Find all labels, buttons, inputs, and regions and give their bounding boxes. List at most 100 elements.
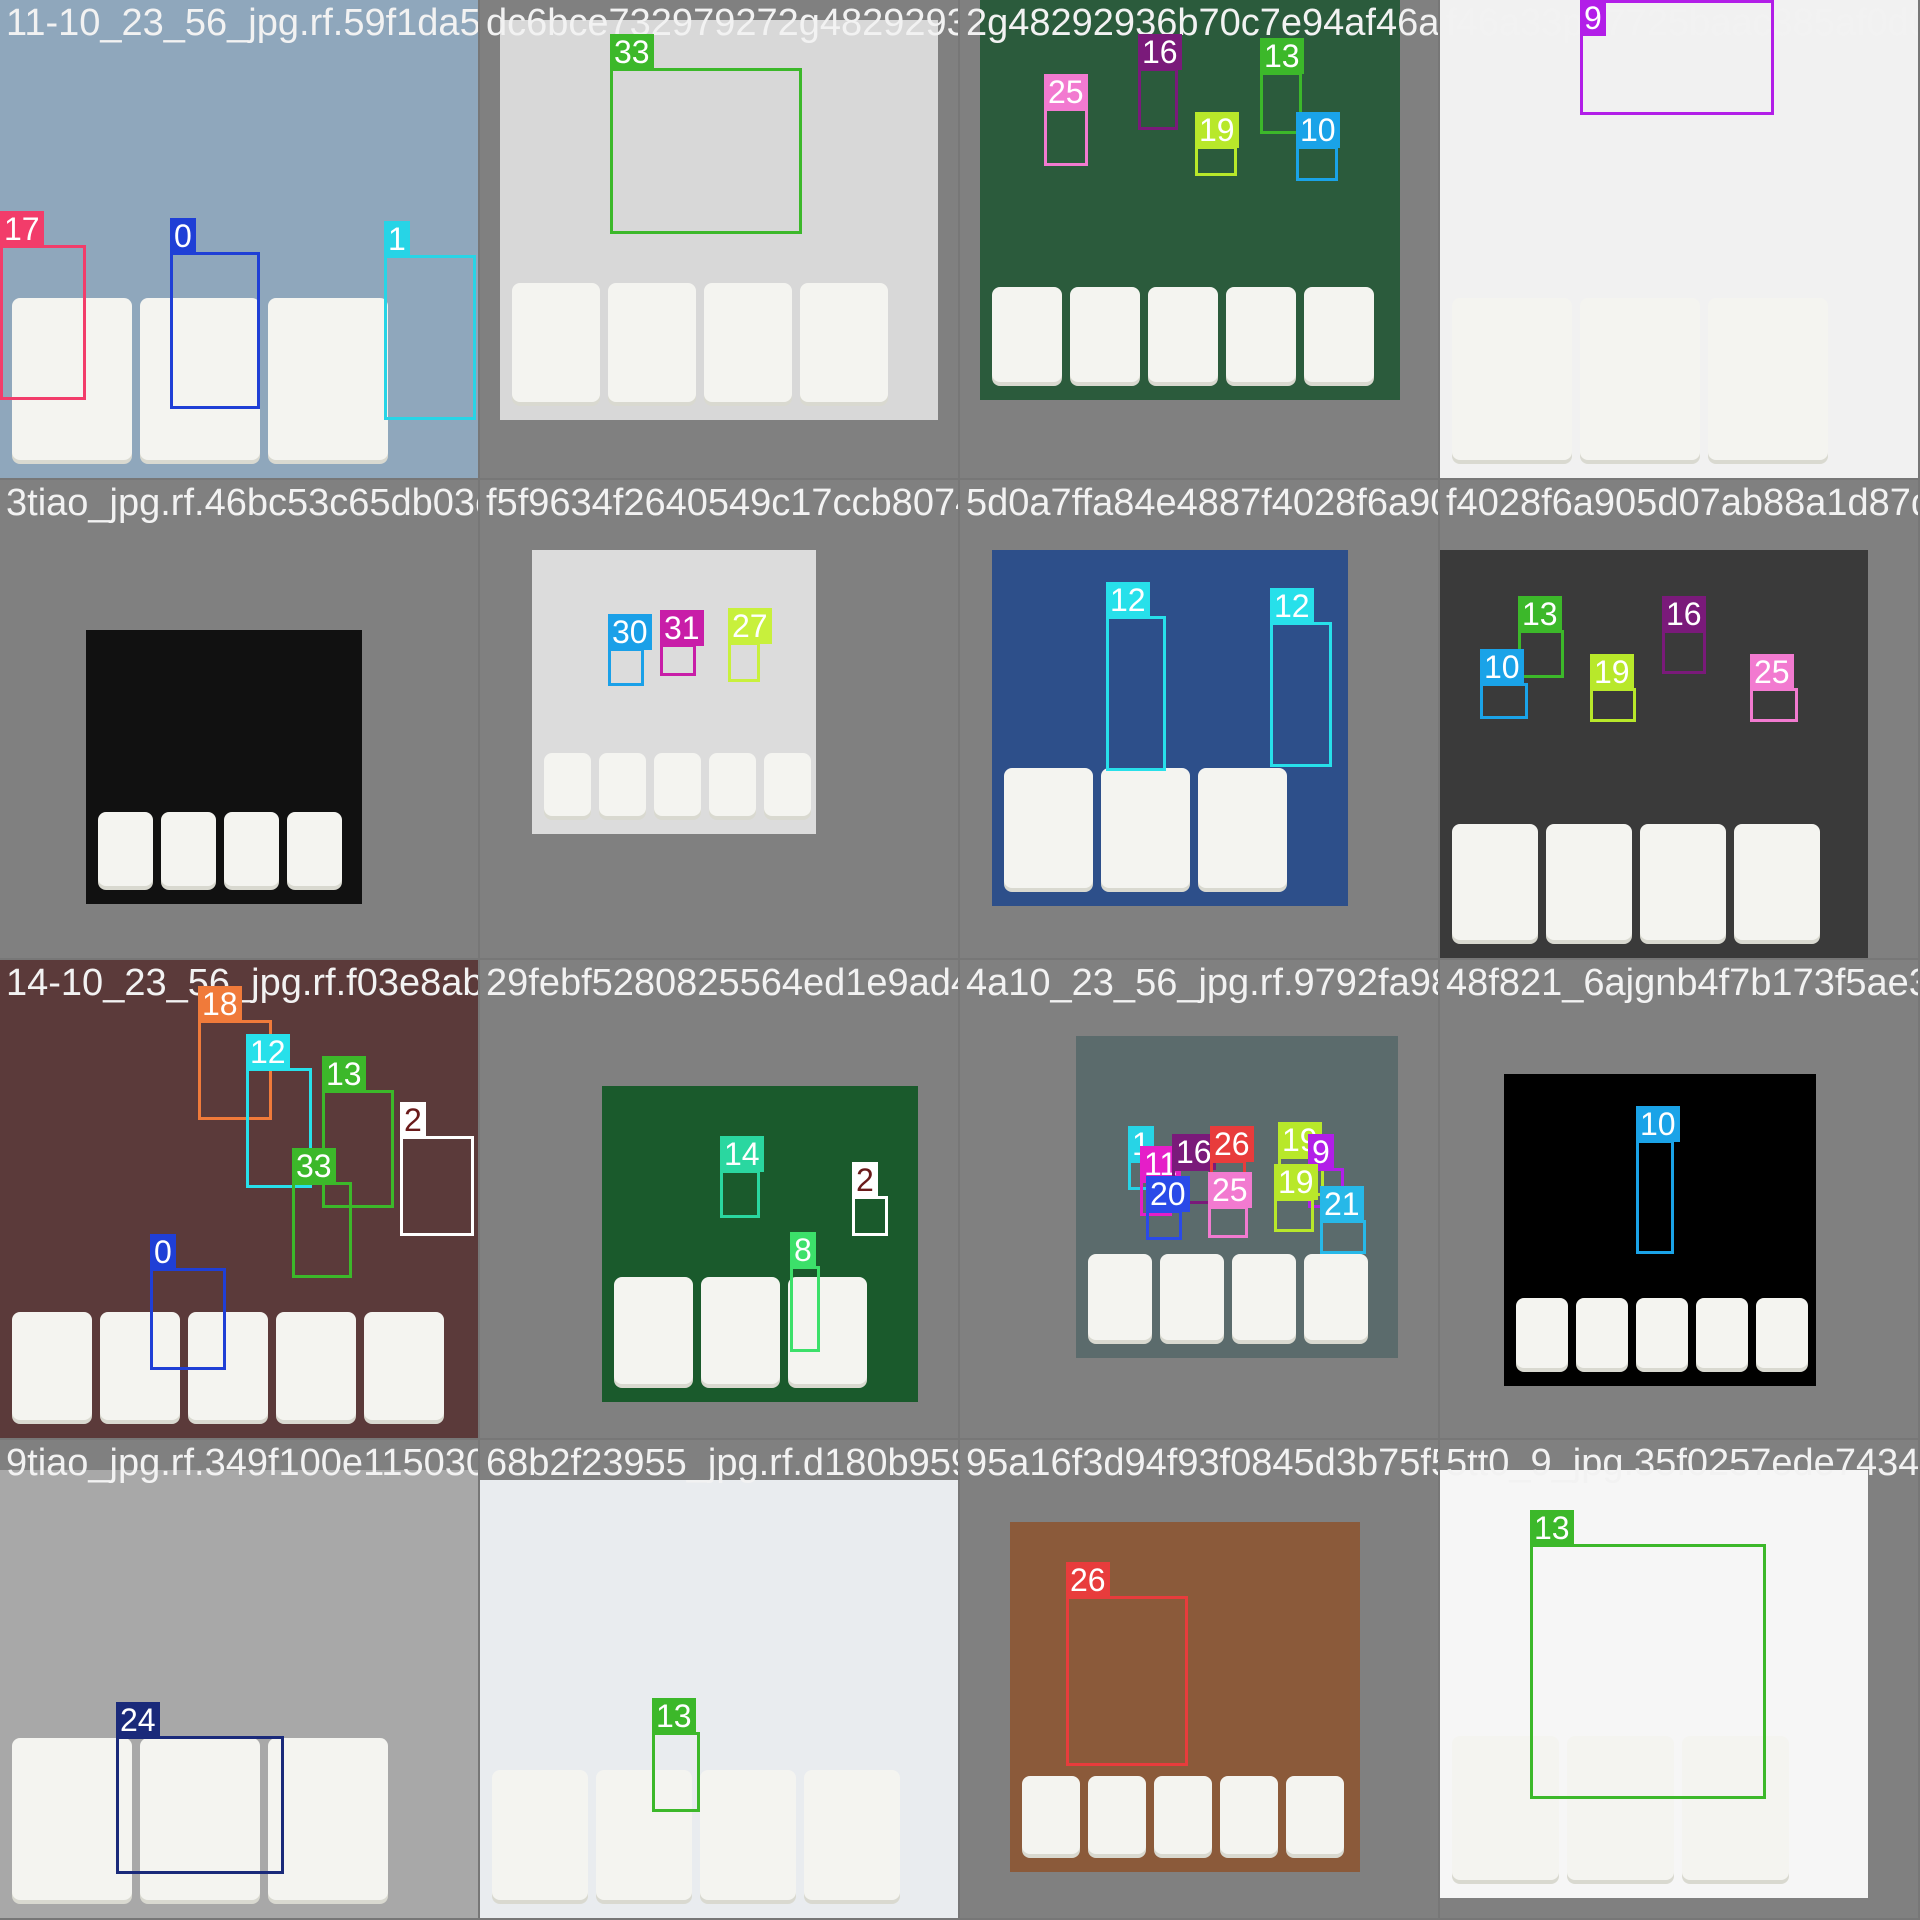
mahjong-tile-shape [1452, 824, 1538, 940]
detection-box [720, 1170, 760, 1218]
mahjong-tile-shape [98, 812, 153, 886]
detection-class-label: 10 [1480, 649, 1524, 685]
detection-class-label: 19 [1195, 112, 1239, 148]
detection-class-label: 33 [292, 1148, 336, 1184]
mahjong-tile-shape [800, 283, 888, 402]
detection-class-label: 13 [1530, 1510, 1574, 1546]
mahjong-tile-shape [654, 753, 701, 816]
tile-filename-caption: 14-10_23_56_jpg.rf.f03e8ab29ffe [6, 962, 478, 1004]
detection-class-label: 24 [116, 1702, 160, 1738]
detection-class-label: 26 [1066, 1562, 1110, 1598]
mosaic-tile: f46a33pe7725baac385af0d0 9 [1440, 0, 1918, 478]
detection-box [1750, 688, 1798, 722]
detection-box [608, 648, 644, 686]
detection-class-label: 14 [720, 1136, 764, 1172]
mahjong-tile-shape [704, 283, 792, 402]
mahjong-tile-shape [1226, 287, 1296, 382]
detection-box [610, 68, 802, 234]
mahjong-tile-shape [700, 1770, 796, 1900]
detection-box [170, 252, 260, 409]
mahjong-tile-shape [492, 1770, 588, 1900]
detection-box [1044, 108, 1088, 166]
mahjong-tile-shape [1232, 1254, 1296, 1340]
detection-box [1296, 146, 1338, 181]
detection-class-label: 13 [652, 1698, 696, 1734]
mahjong-tile-shape [276, 1312, 356, 1420]
mosaic-tile: 29febf5280825564ed1e9ad4a10 14 28 [480, 960, 958, 1438]
mahjong-tile-shape [1070, 287, 1140, 382]
detection-box [660, 644, 696, 676]
tile-filename-caption: f4028f6a905d07ab88a1d87d11cb9e1 [1446, 482, 1918, 524]
mahjong-tile-shape [599, 753, 646, 816]
mosaic-tile: 48f821_6ajgnb4f7b173f5ae39e 10 [1440, 960, 1918, 1438]
mahjong-tile-shape [161, 812, 216, 886]
tile-filename-caption: 9tiao_jpg.rf.349f100e115030 [6, 1442, 478, 1484]
mosaic-tile: 3tiao_jpg.rf.46bc53c65db03c6 [0, 480, 478, 958]
mahjong-tile-shape [1198, 768, 1287, 888]
mosaic-tile: 2g48292936b70c7e94af46a33pe7725baac385af… [960, 0, 1438, 478]
tile-filename-caption: 5tt0_9_jpg.35f0257ede7434dc8b [1446, 1442, 1918, 1484]
detection-box [790, 1266, 820, 1352]
mahjong-tile-shape [764, 753, 811, 816]
mosaic-tile: 14-10_23_56_jpg.rf.f03e8ab29ffe1812 13 2 33… [0, 960, 478, 1438]
detection-class-label: 19 [1274, 1164, 1318, 1200]
mahjong-tile-shape [1101, 768, 1190, 888]
detection-box [1480, 683, 1528, 719]
mahjong-tile-shape [1696, 1298, 1748, 1368]
mahjong-tile-shape [364, 1312, 444, 1420]
tile-filename-caption: 5d0a7ffa84e4887f4028f6a90507a0daf88a1 [966, 482, 1438, 524]
tile-filename-caption: 68b2f23955_jpg.rf.d180b9595 [486, 1442, 958, 1484]
mahjong-tile-shape [12, 1738, 132, 1900]
detection-class-label: 13 [1260, 38, 1304, 74]
mosaic-tile: f5f9634f2640549c17ccb80745d9972fa84e4887… [480, 480, 958, 958]
detection-class-label: 16 [1138, 34, 1182, 70]
mosaic-tile: 5d0a7ffa84e4887f4028f6a90507a0daf88a1 12 1… [960, 480, 1438, 958]
mahjong-tile-shape [544, 753, 591, 816]
mahjong-tile-shape [1088, 1254, 1152, 1340]
mosaic-tile: 5tt0_9_jpg.35f0257ede7434dc8b 13 [1440, 1440, 1918, 1918]
tile-filename-caption: 95a16f3d94f93f0845d3b75f5 [966, 1442, 1438, 1484]
mahjong-tile-shape [608, 283, 696, 402]
mahjong-tile-shape [287, 812, 342, 886]
tile-filename-caption: 2g48292936b70c7e94af46a33pe7725baac385af… [966, 2, 1438, 44]
mahjong-tile-shape [1220, 1776, 1278, 1854]
detection-class-label: 0 [150, 1234, 176, 1270]
mahjong-tile-shape [1756, 1298, 1808, 1368]
detection-class-label: 26 [1210, 1126, 1254, 1162]
detection-box [852, 1196, 888, 1236]
detection-box [652, 1732, 700, 1812]
detection-class-label: 25 [1208, 1172, 1252, 1208]
tile-filename-caption: 11-10_23_56_jpg.rf.59f1da5dcdfffd0e80649… [6, 2, 478, 44]
mahjong-tile-shape [804, 1770, 900, 1900]
mahjong-tile-shape [512, 283, 600, 402]
detection-class-label: 25 [1044, 74, 1088, 110]
detection-class-label: 30 [608, 614, 652, 650]
detection-box [1274, 1198, 1314, 1232]
detection-box [1580, 0, 1774, 115]
detection-box [1138, 68, 1178, 130]
detection-class-label: 1 [384, 221, 410, 257]
mosaic-grid: 11-10_23_56_jpg.rf.59f1da5dcdfffd0e80649… [0, 0, 1920, 1920]
detection-class-label: 20 [1146, 1176, 1190, 1212]
detection-box [1530, 1544, 1766, 1799]
mahjong-tile-shape [224, 812, 279, 886]
mahjong-tile-shape [1516, 1298, 1568, 1368]
mahjong-tile-shape [268, 298, 388, 460]
detection-box [1590, 688, 1636, 722]
detection-box [116, 1736, 284, 1874]
detection-class-label: 10 [1636, 1106, 1680, 1142]
detection-class-label: 13 [322, 1056, 366, 1092]
detection-class-label: 21 [1320, 1186, 1364, 1222]
detection-box [400, 1136, 474, 1236]
mahjong-tile-shape [1546, 824, 1632, 940]
detection-class-label: 12 [1106, 582, 1150, 618]
detection-class-label: 8 [790, 1232, 816, 1268]
detection-class-label: 13 [1518, 596, 1562, 632]
detection-box [728, 642, 760, 682]
mosaic-tile: dc6bce732979272g48292936b70c7e94a33 [480, 0, 958, 478]
mahjong-tile-shape [992, 287, 1062, 382]
detection-box [1662, 630, 1706, 674]
detection-box [292, 1182, 352, 1278]
mahjong-tile-shape [268, 1738, 388, 1900]
mahjong-tile-shape [1022, 1776, 1080, 1854]
